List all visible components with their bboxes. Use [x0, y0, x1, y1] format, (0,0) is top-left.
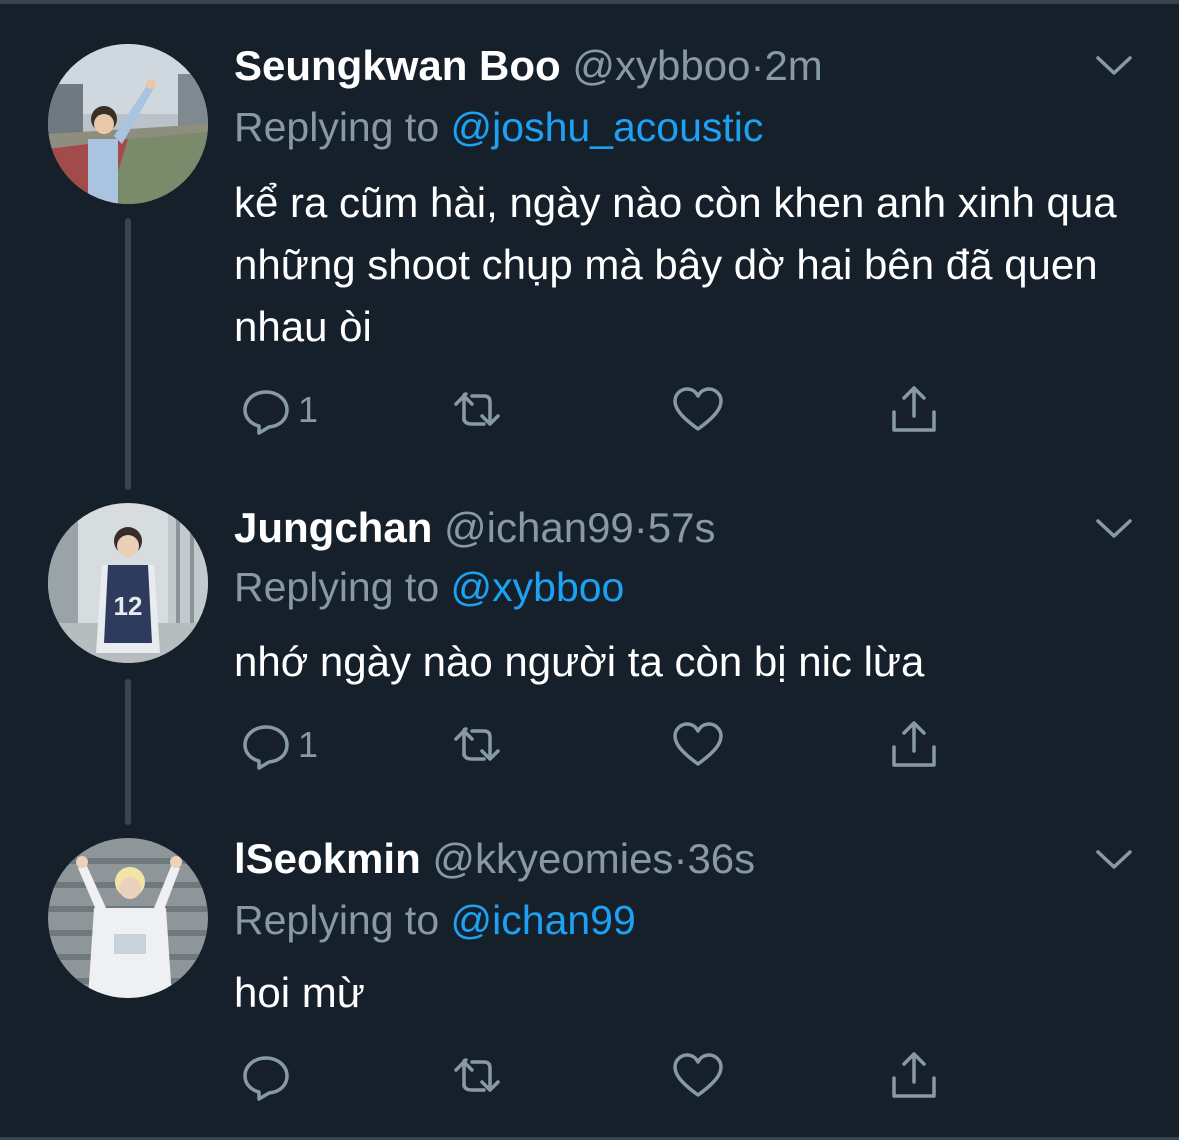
replying-mention[interactable]: @joshu_acoustic — [451, 104, 764, 150]
replying-to: Replying to @joshu_acoustic — [234, 102, 763, 152]
tweet-text: nhớ ngày nào người ta còn bị nic lừa — [234, 638, 925, 685]
chevron-down-icon[interactable] — [1092, 44, 1136, 88]
retweet-icon — [454, 727, 500, 761]
replying-label: Replying to — [234, 564, 440, 610]
retweet-button[interactable] — [450, 382, 506, 438]
retweet-button[interactable] — [450, 1048, 506, 1104]
reply-button[interactable] — [238, 1048, 298, 1104]
share-button[interactable] — [886, 382, 942, 438]
retweet-button[interactable] — [450, 717, 506, 773]
tweet-header: lSeokmin @kkyeomies·36s — [234, 834, 755, 884]
avatar-seungkwan[interactable] — [48, 44, 208, 204]
tweet-text: hoi mừ — [234, 969, 365, 1016]
reply-icon — [243, 1056, 289, 1101]
thread-line — [125, 218, 131, 490]
like-icon — [673, 387, 723, 431]
tweet-seokmin[interactable]: lSeokmin @kkyeomies·36s Replying to @ich… — [0, 835, 1179, 1138]
display-name[interactable]: Jungchan — [234, 504, 432, 551]
handle[interactable]: @kkyeomies — [432, 835, 673, 882]
handle[interactable]: @xybboo — [572, 42, 750, 89]
handle[interactable]: @ichan99 — [444, 504, 634, 551]
replying-to: Replying to @ichan99 — [234, 895, 636, 945]
reply-button[interactable]: 1 — [238, 717, 318, 773]
separator-dot: · — [633, 504, 648, 551]
timestamp[interactable]: 57s — [648, 504, 716, 551]
replying-label: Replying to — [234, 897, 440, 943]
tweet-actions: 1 — [238, 382, 958, 438]
replying-label: Replying to — [234, 104, 440, 150]
reply-count: 1 — [298, 724, 319, 765]
tweet-seungkwan[interactable]: Seungkwan Boo @xybboo·2m Replying to @jo… — [0, 0, 1179, 503]
avatar-jungchan[interactable]: 12 — [48, 503, 208, 663]
separator-dot: · — [750, 42, 765, 89]
share-icon — [892, 1052, 936, 1098]
display-name[interactable]: Seungkwan Boo — [234, 42, 561, 89]
retweet-icon — [454, 1058, 500, 1092]
chevron-down-icon[interactable] — [1092, 507, 1136, 551]
timestamp[interactable]: 2m — [764, 42, 822, 89]
reply-icon — [243, 390, 289, 435]
tweet-header: Seungkwan Boo @xybboo·2m — [234, 41, 823, 91]
chevron-down-icon[interactable] — [1092, 838, 1136, 882]
replying-mention[interactable]: @xybboo — [451, 564, 625, 610]
share-icon — [892, 386, 936, 432]
like-button[interactable] — [670, 717, 726, 773]
tweet-actions: 1 — [238, 717, 958, 773]
replying-mention[interactable]: @ichan99 — [451, 897, 636, 943]
tweet-text: kể ra cũm hài, ngày nào còn khen anh xin… — [234, 179, 1117, 350]
like-icon — [673, 1053, 723, 1097]
separator-dot: · — [673, 835, 688, 882]
like-button[interactable] — [670, 1048, 726, 1104]
reply-count: 1 — [298, 389, 319, 430]
display-name[interactable]: lSeokmin — [234, 835, 421, 882]
reply-button[interactable]: 1 — [238, 382, 318, 438]
avatar-seokmin[interactable] — [48, 838, 208, 998]
like-icon — [673, 722, 723, 766]
tweet-header: Jungchan @ichan99·57s — [234, 503, 716, 553]
retweet-icon — [454, 392, 500, 426]
tweet-actions — [238, 1048, 958, 1104]
share-button[interactable] — [886, 1048, 942, 1104]
reply-icon — [243, 725, 289, 770]
svg-text:12: 12 — [114, 591, 143, 621]
share-button[interactable] — [886, 717, 942, 773]
share-icon — [892, 721, 936, 767]
replying-to: Replying to @xybboo — [234, 562, 624, 612]
thread-line — [125, 679, 131, 825]
tweet-jungchan[interactable]: 12 Jungchan @ichan99·57s Replying to @xy… — [0, 503, 1179, 838]
like-button[interactable] — [670, 382, 726, 438]
timestamp[interactable]: 36s — [687, 835, 755, 882]
